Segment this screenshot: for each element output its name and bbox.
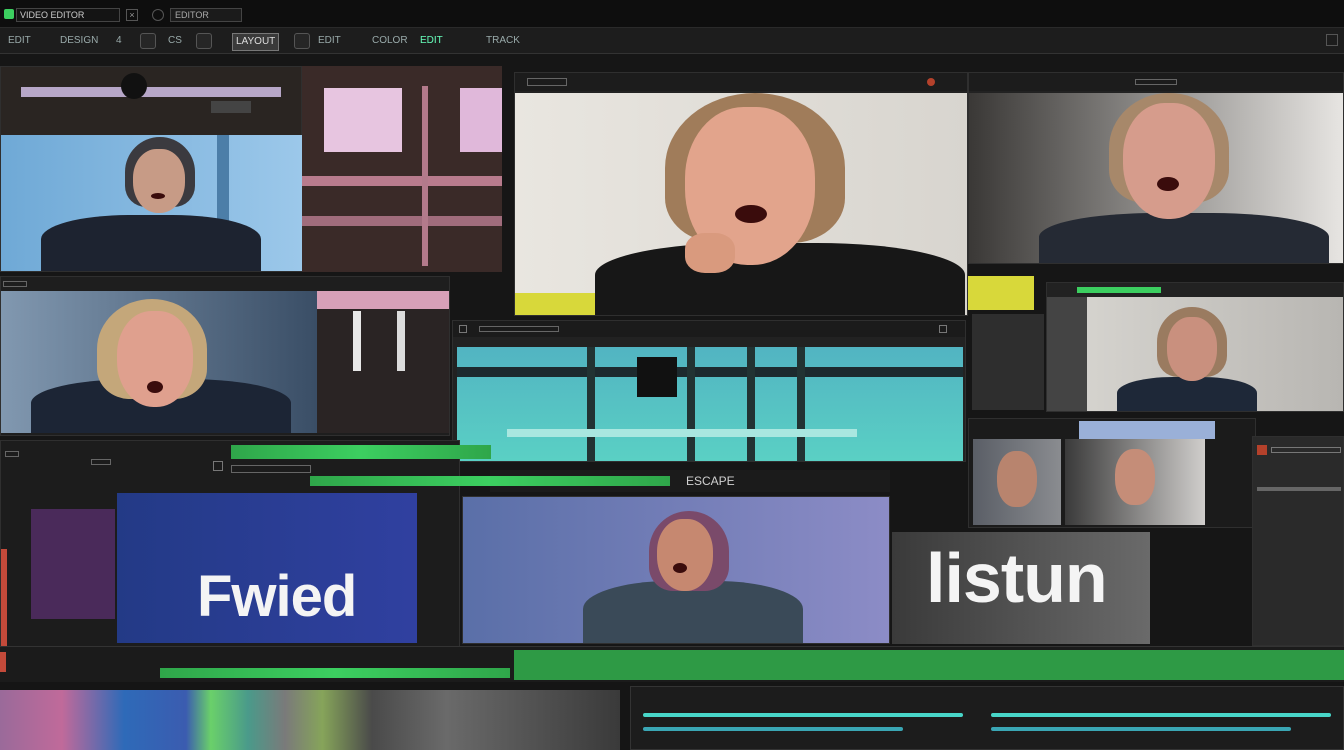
inspector-header <box>1047 283 1343 297</box>
timeline <box>0 646 1344 750</box>
person-figure <box>1097 307 1277 411</box>
viewer-video-frame[interactable] <box>457 347 963 461</box>
color-scope <box>0 690 620 750</box>
app-logo-icon <box>4 9 14 19</box>
program-monitor <box>514 72 968 316</box>
playhead[interactable] <box>0 652 6 672</box>
person-figure <box>41 135 261 271</box>
clip-video-frame[interactable] <box>1 291 317 433</box>
person-figure <box>573 511 833 643</box>
side-strip <box>972 314 1044 410</box>
background-set-frame <box>302 66 502 272</box>
clip-label: ESCAPE <box>686 474 735 488</box>
toolbar-item-5[interactable]: LAYOUT <box>232 33 280 51</box>
toolbar-item-4[interactable]: CS <box>168 33 182 49</box>
clip-panel <box>0 276 450 436</box>
clip-label-bar: ESCAPE <box>310 470 890 492</box>
zoom-icon[interactable] <box>294 33 310 49</box>
timeline-clip-preview[interactable] <box>462 496 890 644</box>
yellow-marker <box>968 276 1034 310</box>
toolbar-item-6[interactable]: EDIT <box>318 33 341 49</box>
reference-monitor <box>968 72 1344 264</box>
thumbnail-2[interactable] <box>1065 439 1205 525</box>
collapse-icon[interactable] <box>1326 34 1338 46</box>
source-panel <box>0 66 303 272</box>
source-video-frame[interactable] <box>1 135 303 271</box>
inspector-panel <box>1046 282 1344 412</box>
title-field[interactable]: VIDEO EDITOR <box>16 8 120 22</box>
editor-tab[interactable]: EDITOR <box>170 8 242 22</box>
close-icon[interactable]: × <box>126 9 138 21</box>
timeline-track-green[interactable] <box>514 650 1344 680</box>
viewer-panel <box>452 320 966 462</box>
title-card-frame[interactable]: Fwied <box>117 493 417 643</box>
reference-video-frame[interactable] <box>969 93 1343 263</box>
inspector-video-frame[interactable] <box>1047 297 1343 411</box>
settings-icon[interactable] <box>152 9 164 21</box>
audio-scope <box>630 686 1344 750</box>
source-panel-strip <box>1 67 301 135</box>
toolbar-item-3[interactable]: 4 <box>116 33 122 49</box>
person-figure <box>585 93 965 315</box>
progress-bar[interactable] <box>231 445 491 459</box>
toolbar-item-2[interactable]: DESIGN <box>60 33 98 49</box>
toolbar-item-8[interactable]: EDIT <box>420 33 443 49</box>
thumbnail-1[interactable] <box>973 439 1061 525</box>
effects-panel <box>1252 436 1344 646</box>
clip-panel-header <box>1 277 449 291</box>
window-title: VIDEO EDITOR <box>20 10 85 20</box>
title-overlay-frame[interactable]: listun <box>892 532 1150 644</box>
play-icon[interactable] <box>140 33 156 49</box>
left-title-overlay: Fwied <box>197 564 357 629</box>
timeline-track-bar[interactable] <box>160 668 510 678</box>
reference-monitor-header <box>969 73 1343 91</box>
viewer-panel-header <box>453 321 965 337</box>
thumbnail-grid <box>968 418 1256 528</box>
main-toolbar: EDIT DESIGN 4 CS LAYOUT EDIT COLOR EDIT … <box>0 28 1344 54</box>
person-figure <box>1029 93 1329 263</box>
toolbar-item-1[interactable]: EDIT <box>8 33 31 49</box>
toolbar-item-9[interactable]: TRACK <box>486 33 520 49</box>
clip-side-frame <box>317 291 449 433</box>
record-icon[interactable] <box>927 78 935 86</box>
right-title-overlay: listun <box>926 539 1108 617</box>
program-monitor-header <box>515 73 967 91</box>
media-bin: Fwied <box>0 440 491 650</box>
monitor-menu-icon[interactable] <box>527 78 567 86</box>
title-bar: VIDEO EDITOR × EDITOR <box>0 0 1344 28</box>
cut-icon[interactable] <box>196 33 212 49</box>
program-video-frame[interactable] <box>515 93 967 315</box>
toolbar-item-7[interactable]: COLOR <box>372 33 408 49</box>
editor-tab-label: EDITOR <box>175 10 209 20</box>
person-figure <box>31 299 291 433</box>
